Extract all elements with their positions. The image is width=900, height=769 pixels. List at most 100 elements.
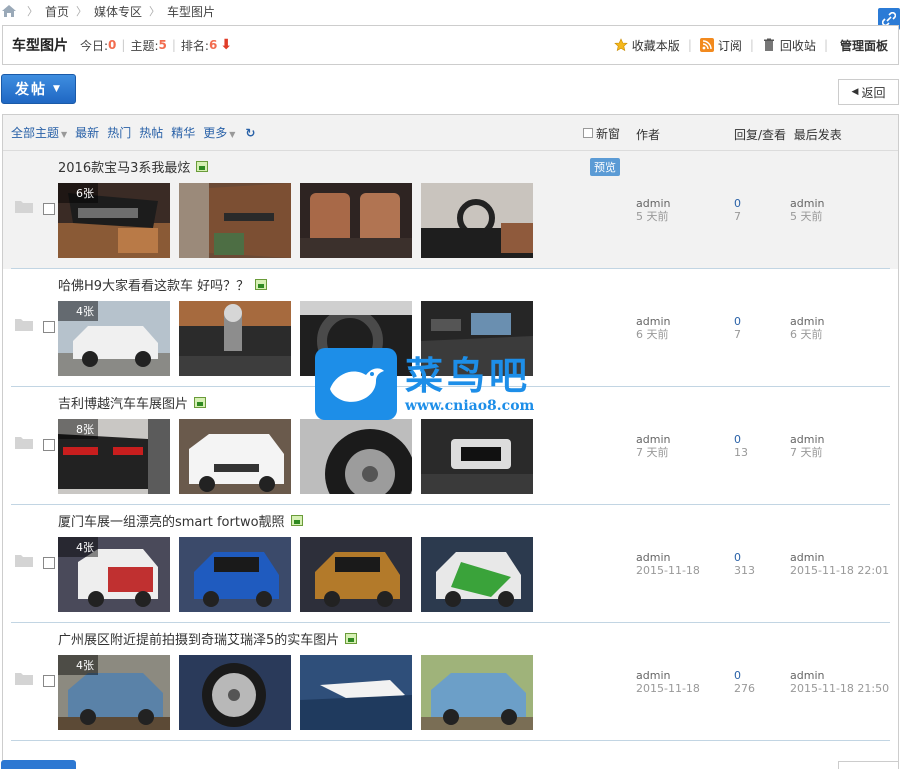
- thread-list: 全部主题 ▼ 最新 热门 热帖 精华 更多 ▼ ↻ 新窗 作者 回复/查看 最后发表…: [2, 114, 899, 769]
- thread-title[interactable]: 厦门车展一组漂亮的smart fortwo靓照: [58, 511, 303, 530]
- author-name[interactable]: admin: [636, 315, 670, 328]
- last-time[interactable]: 7 天前: [790, 446, 824, 459]
- divider: |: [687, 38, 692, 52]
- home-icon[interactable]: [2, 5, 16, 17]
- author-time: 7 天前: [636, 446, 669, 459]
- thread-stats: 07: [734, 197, 741, 223]
- subscribe-button[interactable]: 订阅: [699, 37, 742, 54]
- thumbnail-image[interactable]: 4张: [58, 301, 170, 376]
- breadcrumb-home[interactable]: 首页: [45, 3, 69, 20]
- caret-down-icon: ▼: [53, 84, 62, 94]
- filter-popular[interactable]: 热帖: [139, 124, 163, 141]
- back-arrow-icon: ◀: [851, 87, 859, 97]
- last-user[interactable]: admin: [790, 315, 824, 328]
- last-time[interactable]: 2015-11-18 22:01: [790, 564, 889, 577]
- thumbnail-image[interactable]: 4张: [58, 655, 170, 730]
- chevron-down-icon: ▼: [61, 130, 68, 139]
- recycle-label: 回收站: [779, 38, 816, 53]
- last-user[interactable]: admin: [790, 669, 889, 682]
- thumbnail-image[interactable]: [179, 537, 291, 612]
- thread-row: 厦门车展一组漂亮的smart fortwo靓照 4张 admin 2015-11-…: [3, 505, 898, 623]
- reply-count[interactable]: 0: [734, 433, 748, 446]
- thumbnail-image[interactable]: 8张: [58, 419, 170, 494]
- last-user[interactable]: admin: [790, 433, 824, 446]
- admin-panel-button[interactable]: 管理面板: [840, 37, 888, 54]
- star-icon: [614, 38, 628, 52]
- last-time[interactable]: 5 天前: [790, 210, 824, 223]
- new-window-checkbox[interactable]: [583, 128, 593, 138]
- thumbnail-strip: 4张: [58, 537, 542, 612]
- preview-button[interactable]: 预览: [590, 158, 620, 176]
- thread-last-post: admin 7 天前: [790, 433, 824, 459]
- thumbnail-image[interactable]: [300, 183, 412, 258]
- bird-logo-icon: [315, 348, 397, 420]
- thread-title[interactable]: 2016款宝马3系我最炫: [58, 157, 209, 176]
- thread-checkbox[interactable]: [43, 321, 55, 333]
- author-column-header: 作者: [636, 128, 661, 142]
- thread-checkbox[interactable]: [43, 203, 55, 215]
- filter-latest[interactable]: 最新: [75, 124, 99, 141]
- reply-count[interactable]: 0: [734, 197, 741, 210]
- thread-last-post: admin 5 天前: [790, 197, 824, 223]
- thumbnail-image[interactable]: [421, 537, 533, 612]
- thumbnail-image[interactable]: [179, 301, 291, 376]
- thread-title[interactable]: 吉利博越汽车车展图片: [58, 393, 207, 412]
- refresh-icon[interactable]: ↻: [245, 126, 255, 140]
- bottom-back-button[interactable]: [838, 761, 899, 769]
- thread-title[interactable]: 广州展区附近提前拍摄到奇瑞艾瑞泽5的实车图片: [58, 629, 358, 648]
- thumbnail-image[interactable]: 6张: [58, 183, 170, 258]
- thumbnail-image[interactable]: 4张: [58, 537, 170, 612]
- post-button[interactable]: 发帖 ▼: [1, 74, 76, 104]
- image-count: 8张: [58, 419, 98, 439]
- thumbnail-image[interactable]: [300, 655, 412, 730]
- thumbnail-image[interactable]: [421, 183, 533, 258]
- author-name[interactable]: admin: [636, 551, 700, 564]
- recycle-button[interactable]: 回收站: [762, 37, 816, 54]
- view-count: 13: [734, 446, 748, 459]
- thumbnail-image[interactable]: [300, 419, 412, 494]
- thread-checkbox[interactable]: [43, 675, 55, 687]
- rank-label: 排名:: [180, 38, 209, 53]
- last-time[interactable]: 2015-11-18 21:50: [790, 682, 889, 695]
- thumbnail-image[interactable]: [179, 655, 291, 730]
- filter-all-topics[interactable]: 全部主题 ▼: [11, 124, 67, 141]
- forum-title: 车型图片: [12, 38, 68, 54]
- back-button[interactable]: ◀ 返回: [838, 79, 899, 105]
- filter-hot[interactable]: 热门: [107, 124, 131, 141]
- image-attachment-icon: [255, 279, 268, 290]
- reply-count[interactable]: 0: [734, 551, 755, 564]
- thread-row: 广州展区附近提前拍摄到奇瑞艾瑞泽5的实车图片 4张 admin 2015-11-1…: [3, 623, 898, 741]
- breadcrumb-sep: 〉: [76, 5, 88, 18]
- thumbnail-strip: 8张: [58, 419, 542, 494]
- last-time[interactable]: 6 天前: [790, 328, 824, 341]
- thread-title[interactable]: 哈佛H9大家看看这款车 好吗？？: [58, 275, 268, 294]
- reply-count[interactable]: 0: [734, 669, 755, 682]
- image-count: 4张: [58, 655, 98, 675]
- author-name[interactable]: admin: [636, 669, 700, 682]
- filter-more[interactable]: 更多 ▼: [203, 124, 235, 141]
- thread-checkbox[interactable]: [43, 439, 55, 451]
- thumbnail-image[interactable]: [421, 419, 533, 494]
- thread-author: admin 5 天前: [636, 197, 670, 223]
- filter-digest[interactable]: 精华: [171, 124, 195, 141]
- divider: |: [121, 38, 126, 52]
- last-user[interactable]: admin: [790, 197, 824, 210]
- last-user[interactable]: admin: [790, 551, 889, 564]
- new-window-toggle[interactable]: 新窗: [583, 115, 620, 151]
- breadcrumb-current[interactable]: 车型图片: [167, 3, 215, 20]
- thumbnail-image[interactable]: [179, 419, 291, 494]
- topics-value: 5: [158, 38, 167, 52]
- author-name[interactable]: admin: [636, 433, 670, 446]
- thumbnail-image[interactable]: [421, 655, 533, 730]
- breadcrumb: 〉 首页 〉 媒体专区 〉 车型图片: [0, 0, 900, 22]
- thumbnail-image[interactable]: [179, 183, 291, 258]
- thread-checkbox[interactable]: [43, 557, 55, 569]
- bottom-post-button[interactable]: [1, 760, 76, 769]
- thumbnail-image[interactable]: [300, 537, 412, 612]
- favorite-button[interactable]: 收藏本版: [614, 37, 680, 54]
- author-name[interactable]: admin: [636, 197, 670, 210]
- rss-icon: [699, 38, 714, 52]
- breadcrumb-media[interactable]: 媒体专区: [94, 3, 142, 20]
- reply-count[interactable]: 0: [734, 315, 741, 328]
- view-count: 7: [734, 210, 741, 223]
